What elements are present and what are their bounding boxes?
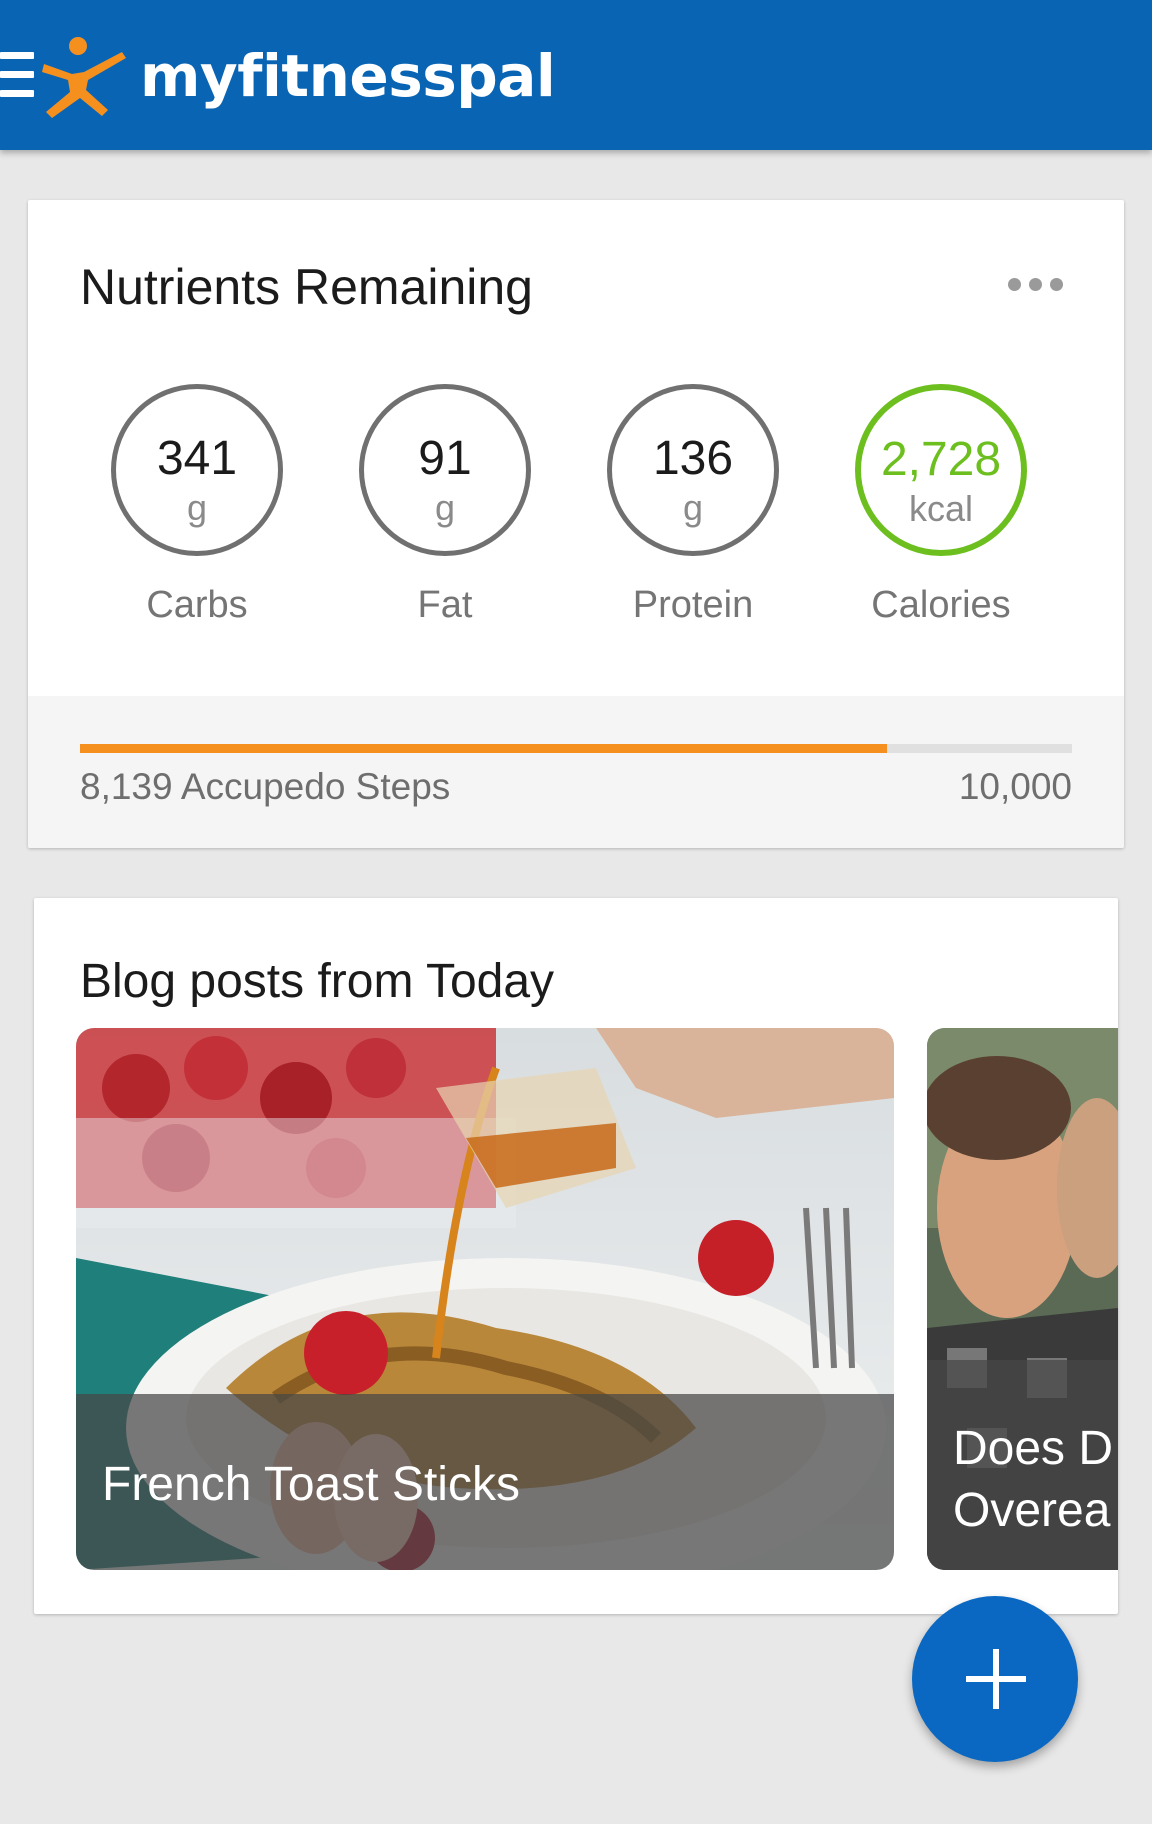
brand-wordmark: myfitnesspal: [140, 42, 556, 110]
nutrient-fat[interactable]: 91 g Fat: [324, 384, 574, 634]
protein-label: Protein: [632, 584, 754, 626]
app-bar: myfitnesspal: [0, 0, 1152, 150]
carbs-unit: g: [186, 487, 208, 528]
nutrient-protein[interactable]: 136 g Protein: [572, 384, 822, 634]
steps-progress-fill: [80, 744, 888, 753]
carbs-label: Carbs: [146, 584, 248, 626]
steps-goal: 10,000: [958, 766, 1072, 807]
steps-section[interactable]: 8,139 Accupedo Steps 10,000: [28, 696, 1124, 848]
protein-unit: g: [682, 487, 704, 528]
steps-count: 8,139 Accupedo Steps: [80, 766, 451, 807]
calories-value: 2,728: [880, 433, 1002, 486]
blog-post-card[interactable]: French Toast Sticks: [76, 1028, 894, 1570]
calories-label: Calories: [871, 584, 1011, 626]
nutrient-carbs[interactable]: 341 g Carbs: [76, 384, 326, 634]
calories-unit: kcal: [908, 488, 974, 529]
protein-value: 136: [652, 432, 734, 485]
carbs-ring: 341 g: [111, 384, 283, 556]
protein-ring: 136 g: [607, 384, 779, 556]
more-horizontal-icon[interactable]: [1008, 278, 1063, 291]
carbs-value: 341: [156, 432, 238, 485]
card-title: Nutrients Remaining: [80, 259, 533, 315]
steps-progress-track: [80, 744, 1072, 753]
fat-value: 91: [418, 432, 472, 485]
add-button[interactable]: [912, 1596, 1078, 1762]
fat-ring: 91 g: [359, 384, 531, 556]
blog-card: Blog posts from Today French Toast Stick…: [34, 898, 1118, 1614]
fat-label: Fat: [417, 584, 473, 626]
blog-post-title: French Toast Sticks: [102, 1458, 520, 1511]
nutrients-card: Nutrients Remaining 341 g Carbs 91 g Fat…: [28, 200, 1124, 848]
running-figure-logo: [42, 37, 126, 118]
fat-unit: g: [434, 487, 456, 528]
blog-section-title: Blog posts from Today: [80, 955, 555, 1008]
hamburger-menu-icon[interactable]: [0, 52, 34, 100]
blog-post-card[interactable]: Does D Overea: [927, 1028, 1118, 1570]
brand-logo: myfitnesspal: [38, 34, 556, 118]
blog-post-title: Does D Overea: [953, 1422, 1114, 1537]
calories-ring: 2,728 kcal: [855, 384, 1027, 556]
nutrient-calories[interactable]: 2,728 kcal Calories: [820, 384, 1070, 634]
